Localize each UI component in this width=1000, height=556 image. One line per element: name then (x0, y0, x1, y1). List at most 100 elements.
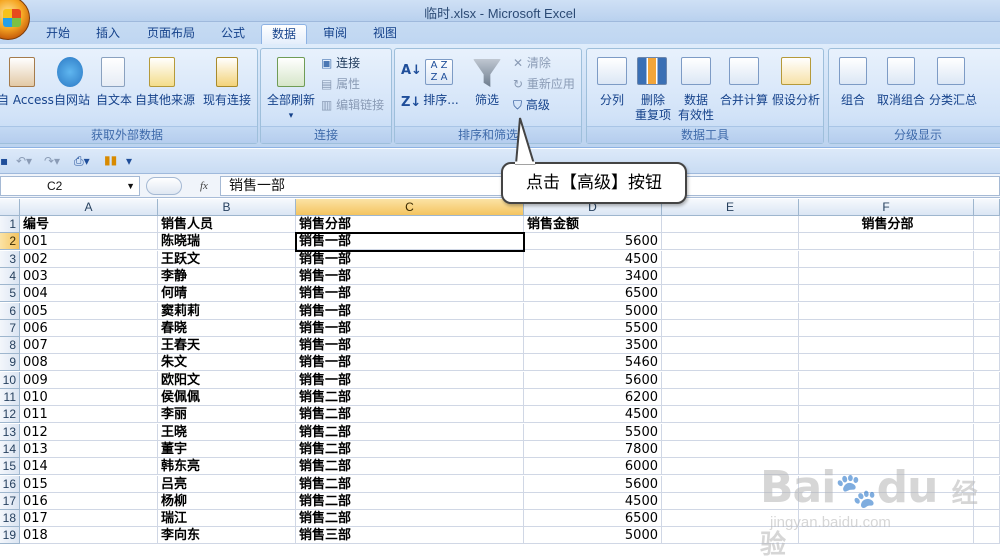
grid-cell[interactable] (974, 406, 1000, 424)
tab-home[interactable]: 开始 (38, 24, 78, 44)
grid-cell[interactable]: 销售二部 (296, 389, 524, 406)
grid-cell[interactable]: 销售二部 (296, 406, 524, 424)
row-header[interactable]: 7 (0, 319, 20, 337)
grid-cell[interactable] (799, 406, 974, 424)
select-all-corner[interactable] (0, 199, 20, 216)
grid-cell[interactable]: 销售一部 (296, 337, 524, 355)
grid-cell[interactable]: 销售一部 (296, 267, 524, 285)
row-header[interactable]: 6 (0, 302, 20, 320)
row-header[interactable]: 12 (0, 406, 20, 424)
from-web-button[interactable]: 自网站 (49, 93, 95, 108)
grid-cell[interactable] (662, 250, 799, 268)
grid-cell[interactable]: 韩东亮 (158, 458, 296, 476)
grid-cell[interactable]: 009 (20, 371, 158, 389)
grid-cell[interactable]: 销售一部 (296, 302, 524, 320)
data-validation-button[interactable]: 数据 有效性 (675, 93, 717, 123)
grid-cell[interactable] (662, 302, 799, 320)
grid-cell[interactable]: 5600 (524, 233, 662, 251)
grid-cell[interactable]: 王晓 (158, 423, 296, 441)
grid-cell[interactable]: 017 (20, 510, 158, 528)
grid-cell[interactable]: 4500 (524, 406, 662, 424)
customize-qat-icon[interactable]: ▾ (126, 153, 132, 169)
grid-cell[interactable]: 销售二部 (296, 492, 524, 510)
grid-cell[interactable]: 销售二部 (296, 440, 524, 458)
row-header[interactable]: 19 (0, 527, 20, 545)
grid-cell[interactable] (974, 302, 1000, 320)
grid-cell[interactable] (974, 233, 1000, 251)
grid-cell[interactable] (799, 302, 974, 320)
grid-cell[interactable]: 003 (20, 267, 158, 285)
grid-cell[interactable]: 何晴 (158, 285, 296, 303)
row-header[interactable]: 1 (0, 216, 20, 233)
row-header[interactable]: 14 (0, 440, 20, 458)
grid-cell[interactable] (799, 319, 974, 337)
grid-cell[interactable]: 欧阳文 (158, 371, 296, 389)
grid-cell[interactable] (662, 285, 799, 303)
grid-cell[interactable] (974, 216, 1000, 233)
grid-cell[interactable] (799, 371, 974, 389)
properties-button[interactable]: ▤ 属性 (321, 76, 360, 92)
grid-cell[interactable]: 瑞江 (158, 510, 296, 528)
column-header-empty[interactable] (974, 199, 1000, 216)
grid-cell[interactable]: 6000 (524, 458, 662, 476)
grid-cell[interactable]: 销售二部 (296, 458, 524, 476)
grid-cell[interactable] (799, 233, 974, 251)
formula-bar-resize-handle[interactable] (146, 177, 182, 195)
grid-cell[interactable]: 吕亮 (158, 475, 296, 493)
grid-cell[interactable]: 5500 (524, 423, 662, 441)
grid-cell[interactable] (974, 285, 1000, 303)
column-header[interactable]: B (158, 199, 296, 216)
grid-cell[interactable]: 销售人员 (158, 216, 296, 233)
row-header[interactable]: 3 (0, 250, 20, 268)
what-if-analysis-button[interactable]: 假设分析 (769, 93, 823, 108)
row-header[interactable]: 9 (0, 354, 20, 372)
refresh-all-button[interactable]: 全部刷新 (263, 93, 319, 108)
grid-cell[interactable]: 销售二部 (296, 423, 524, 441)
row-header[interactable]: 5 (0, 285, 20, 303)
grid-cell[interactable]: 销售三部 (296, 527, 524, 545)
grid-cell[interactable]: 杨柳 (158, 492, 296, 510)
grid-cell[interactable]: 3400 (524, 267, 662, 285)
remove-duplicates-button[interactable]: 删除 重复项 (631, 93, 675, 123)
row-header[interactable]: 4 (0, 267, 20, 285)
grid-cell[interactable]: 5000 (524, 527, 662, 545)
grid-cell[interactable]: 编号 (20, 216, 158, 233)
grid-cell[interactable]: 002 (20, 250, 158, 268)
connections-button[interactable]: ▣ 连接 (321, 55, 360, 71)
filter-button[interactable]: 筛选 (469, 93, 505, 108)
grid-cell[interactable]: 销售一部 (296, 371, 524, 389)
save-icon[interactable]: ▪ (0, 153, 8, 169)
grid-cell[interactable] (799, 389, 974, 406)
existing-connections-button[interactable]: 现有连接 (199, 93, 255, 108)
grid-cell[interactable]: 011 (20, 406, 158, 424)
grid-cell[interactable] (799, 354, 974, 372)
grid-cell[interactable] (662, 267, 799, 285)
grid-cell[interactable]: 6500 (524, 285, 662, 303)
sort-button[interactable]: 排序... (421, 93, 461, 108)
group-button[interactable]: 组合 (833, 93, 873, 108)
grid-cell[interactable]: 5460 (524, 354, 662, 372)
grid-cell[interactable] (662, 337, 799, 355)
grid-cell[interactable]: 李向东 (158, 527, 296, 545)
grid-cell[interactable] (662, 423, 799, 441)
row-header[interactable]: 2 (0, 233, 20, 251)
grid-cell[interactable]: 004 (20, 285, 158, 303)
from-access-button[interactable]: 自 Access (0, 93, 54, 108)
tab-view[interactable]: 视图 (364, 24, 406, 44)
grid-cell[interactable]: 销售一部 (296, 319, 524, 337)
column-header[interactable]: F (799, 199, 974, 216)
grid-cell[interactable] (799, 267, 974, 285)
grid-cell[interactable]: 3500 (524, 337, 662, 355)
grid-cell[interactable]: 销售二部 (296, 510, 524, 528)
subtotal-button[interactable]: 分类汇总 (927, 93, 979, 108)
grid-cell[interactable]: 朱文 (158, 354, 296, 372)
grid-cell[interactable] (799, 285, 974, 303)
grid-cell[interactable]: 6500 (524, 510, 662, 528)
row-header[interactable]: 16 (0, 475, 20, 493)
grid-cell[interactable] (662, 319, 799, 337)
grid-cell[interactable]: 销售一部 (296, 285, 524, 303)
grid-cell[interactable]: 7800 (524, 440, 662, 458)
grid-cell[interactable]: 5600 (524, 371, 662, 389)
grid-cell[interactable] (799, 423, 974, 441)
from-text-button[interactable]: 自文本 (93, 93, 135, 108)
